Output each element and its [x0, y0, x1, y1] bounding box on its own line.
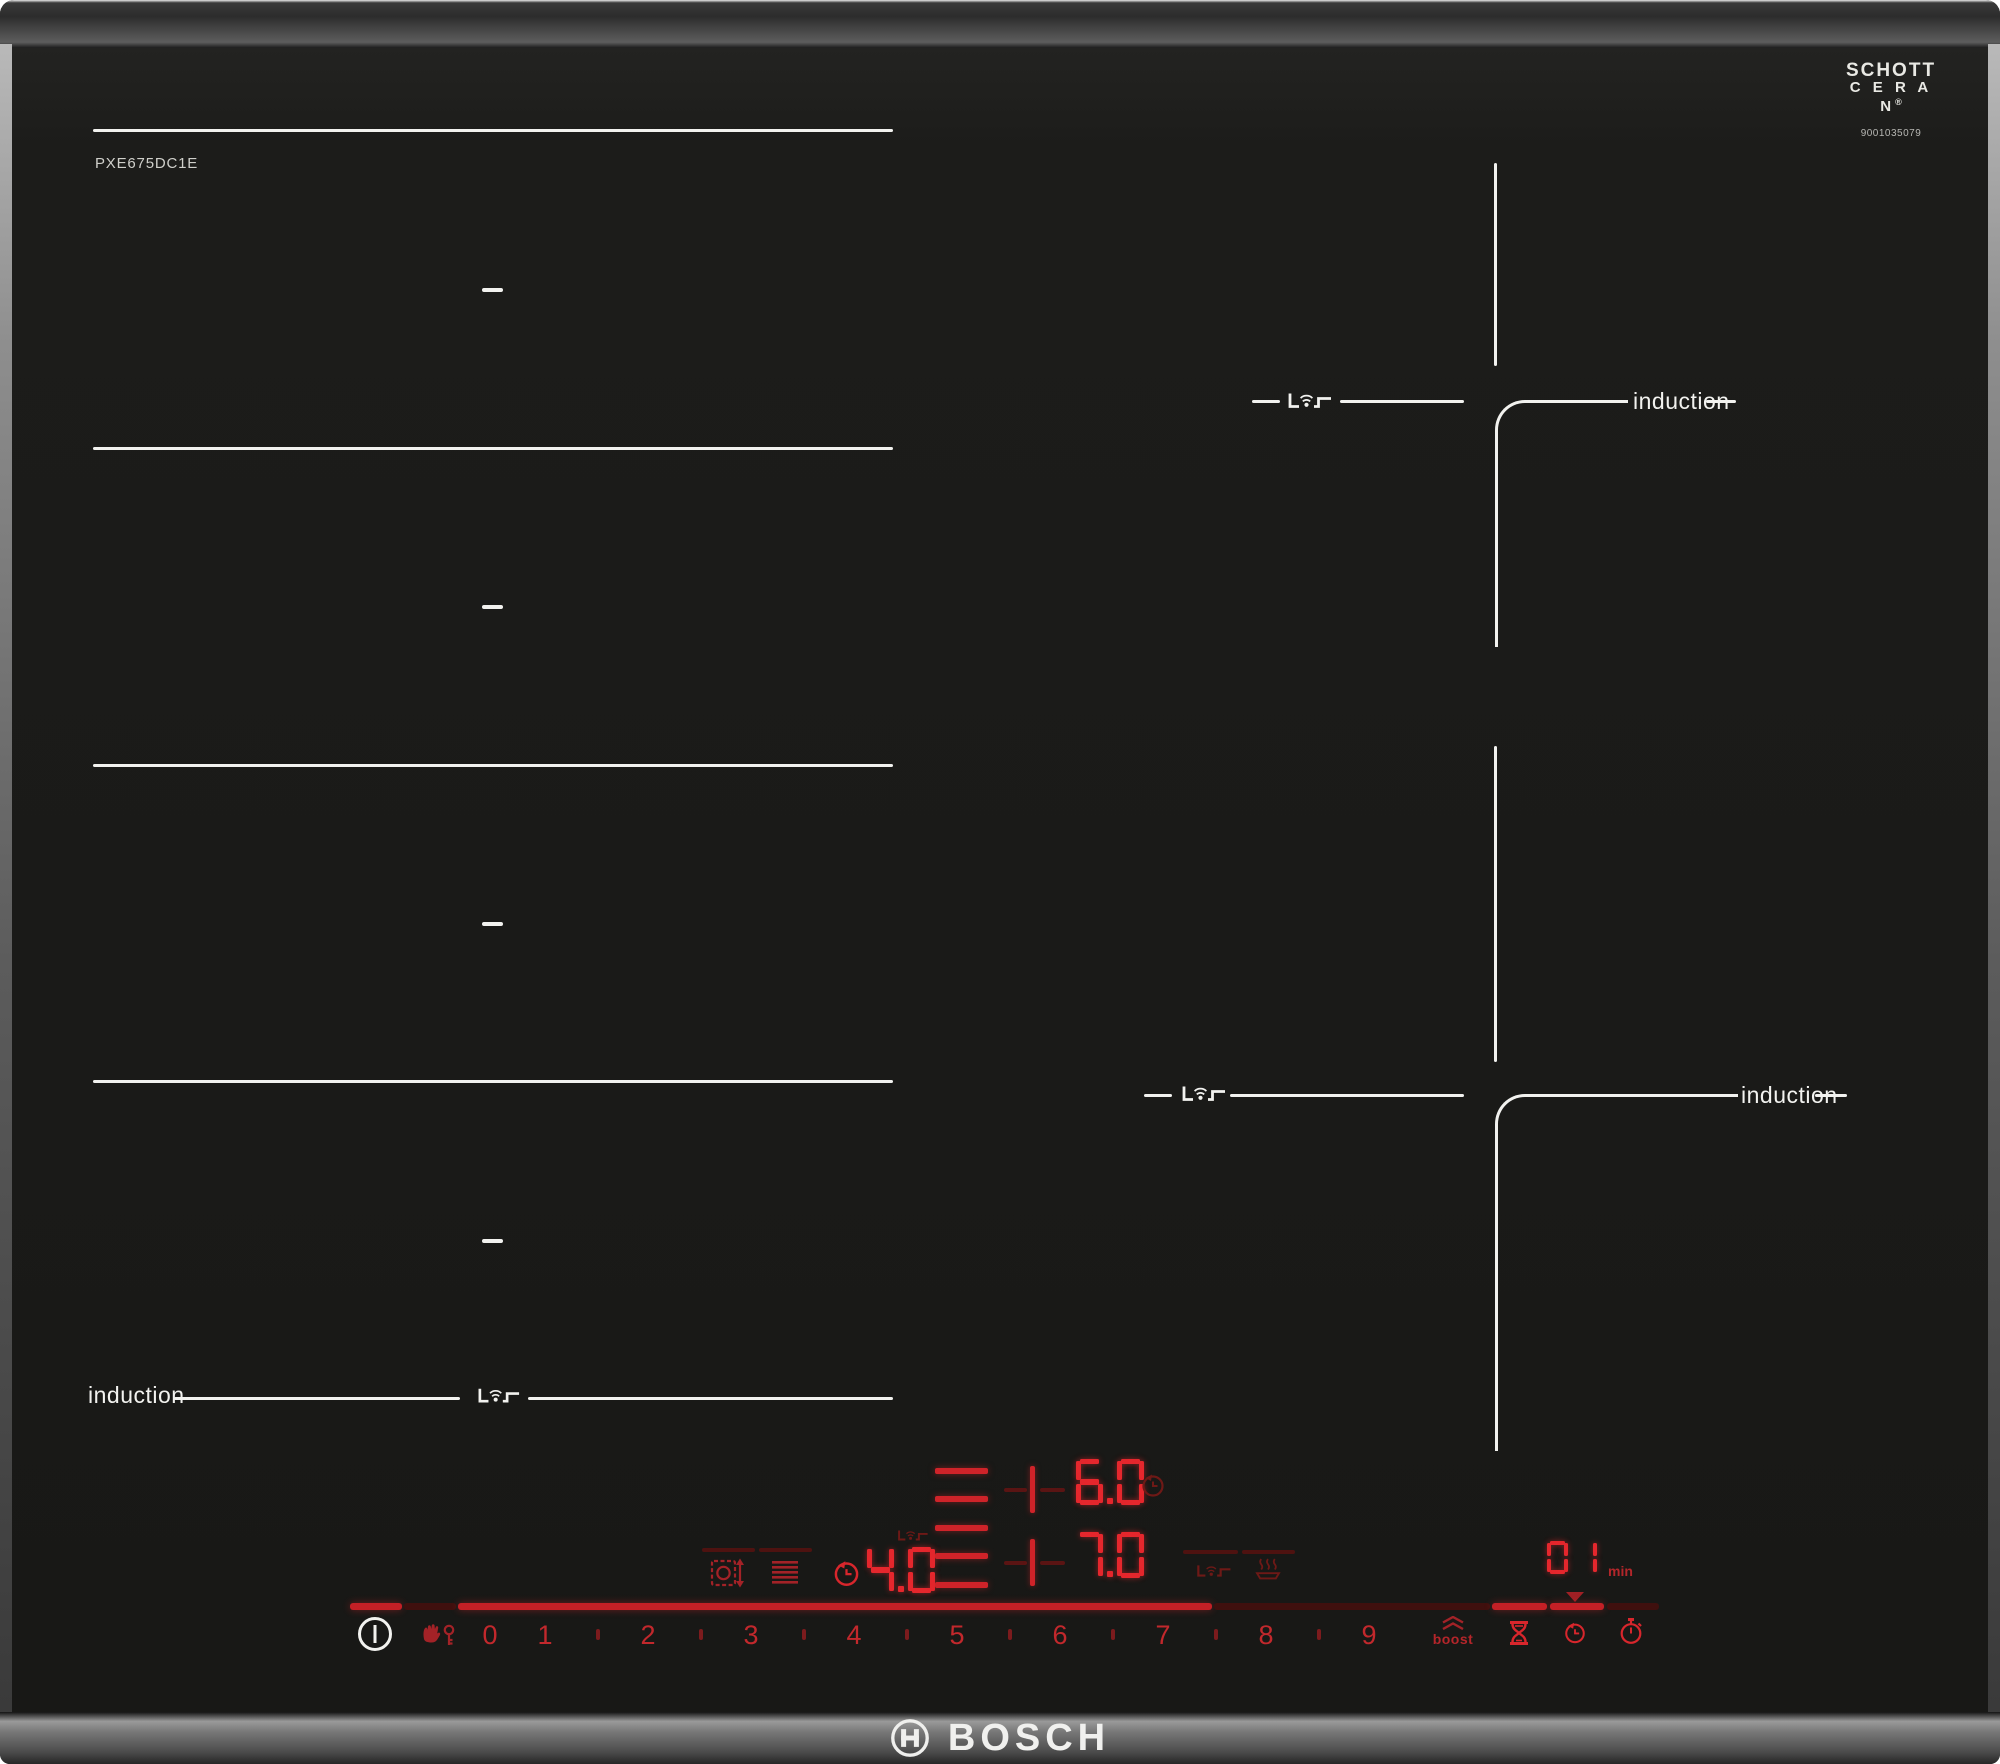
- schott-logo-line2: C E R A N®: [1849, 79, 1933, 115]
- flex-zone-line-1: [93, 129, 893, 132]
- right-top-level-display: [1073, 1459, 1147, 1505]
- zone-select-cross-bottom[interactable]: [1040, 1561, 1065, 1565]
- glass-surface: [12, 48, 1988, 1712]
- slider-tick[interactable]: [1317, 1629, 1321, 1640]
- zone-select-cross-bottom[interactable]: [1004, 1561, 1027, 1565]
- zone-timer-clock-icon-dim[interactable]: [1140, 1472, 1166, 1498]
- slider-tick[interactable]: [1008, 1629, 1012, 1640]
- right-top-zone-vline: [1494, 163, 1497, 366]
- flex-zone-induction-label: induction: [88, 1382, 185, 1408]
- schott-logo-line1: SCHOTT: [1845, 60, 1937, 81]
- slider-number-4[interactable]: 4: [829, 1620, 879, 1651]
- timer-track-segment[interactable]: [1607, 1603, 1659, 1610]
- flex-segment-bar: [935, 1553, 988, 1559]
- slider-tick[interactable]: [905, 1629, 909, 1640]
- right-bottom-zone-corner: [1495, 1094, 1738, 1451]
- pan-transfer-icon[interactable]: [710, 1556, 747, 1591]
- flex-zone-line-4: [93, 1080, 893, 1083]
- flex-zone-center-mark-3: [482, 922, 503, 926]
- flex-display-dash-right: [759, 1548, 812, 1552]
- flex-levels-icon[interactable]: [770, 1560, 800, 1587]
- slider-track-segment[interactable]: [1214, 1603, 1490, 1610]
- bosch-logo-text: BOSCH: [947, 1716, 1111, 1759]
- slider-number-9[interactable]: 9: [1344, 1620, 1394, 1651]
- flex-zone-center-mark-4: [482, 1239, 503, 1243]
- right-edge-trim: [1988, 44, 2000, 1712]
- pan-detect-icon-small: [897, 1528, 929, 1542]
- zone-timer-clock-icon[interactable]: [832, 1558, 861, 1588]
- model-number: PXE675DC1E: [95, 155, 199, 172]
- slider-track-segment[interactable]: [404, 1603, 456, 1610]
- flex-zone-center-mark-2: [482, 605, 503, 609]
- timer-track-segment[interactable]: [1492, 1603, 1547, 1610]
- schott-ceran-logo: SCHOTT C E R A N® 9001035079: [1836, 60, 1946, 139]
- boost-chevrons-icon[interactable]: [1440, 1616, 1466, 1630]
- left-edge-trim: [0, 44, 12, 1712]
- flex-zone-line-5b: [528, 1397, 893, 1400]
- zone-select-cross-top[interactable]: [1040, 1488, 1065, 1492]
- timer-track-segment[interactable]: [1550, 1603, 1604, 1610]
- slider-number-8[interactable]: 8: [1241, 1620, 1291, 1651]
- slider-track-active[interactable]: [458, 1603, 1212, 1610]
- slider-number-7[interactable]: 7: [1138, 1620, 1188, 1651]
- zone-select-cross-top[interactable]: [1030, 1466, 1035, 1513]
- kitchen-timer-icon[interactable]: [1563, 1620, 1587, 1645]
- flex-segment-bar: [935, 1496, 988, 1502]
- hourglass-icon[interactable]: [1508, 1620, 1530, 1646]
- pan-detect-icon: [477, 1385, 521, 1405]
- slider-track-segment[interactable]: [350, 1603, 402, 1610]
- slider-tick[interactable]: [596, 1629, 600, 1640]
- flex-segment-bar: [935, 1525, 988, 1531]
- slider-number-3[interactable]: 3: [726, 1620, 776, 1651]
- slider-tick[interactable]: [1111, 1629, 1115, 1640]
- slider-number-2[interactable]: 2: [623, 1620, 673, 1651]
- top-bezel: [0, 0, 2000, 48]
- flex-zone-line-3: [93, 764, 893, 767]
- boost-button[interactable]: boost: [1423, 1631, 1483, 1647]
- slider-tick[interactable]: [802, 1629, 806, 1640]
- flex-segment-bar: [935, 1582, 988, 1588]
- timer-unit-label: min: [1608, 1563, 1633, 1579]
- right-top-zone-corner: [1495, 400, 1628, 647]
- flex-zone-line-2: [93, 447, 893, 450]
- bosch-armature-icon: [890, 1718, 930, 1758]
- flex-display-dash-left: [702, 1548, 755, 1552]
- stopwatch-icon[interactable]: [1618, 1617, 1644, 1645]
- slider-number-6[interactable]: 6: [1035, 1620, 1085, 1651]
- flex-zone-line-5a: [174, 1397, 460, 1400]
- child-lock-icon[interactable]: [418, 1617, 458, 1651]
- registered-mark: ®: [1895, 97, 1902, 107]
- function-dash-left: [1183, 1550, 1238, 1554]
- bosch-logo: BOSCH: [0, 1714, 2000, 1762]
- pan-detect-icon: [1287, 390, 1333, 410]
- pan-detect-icon-dim[interactable]: [1196, 1562, 1232, 1579]
- right-top-zone-dash-left: [1252, 400, 1280, 403]
- flex-segment-bar: [935, 1468, 988, 1474]
- slider-tick[interactable]: [1214, 1629, 1218, 1640]
- right-top-zone-dash-right: [1706, 400, 1736, 403]
- right-top-zone-line: [1340, 400, 1464, 403]
- timer-display: [1543, 1541, 1601, 1574]
- power-icon[interactable]: [357, 1616, 393, 1652]
- zone-select-cross-top[interactable]: [1004, 1488, 1027, 1492]
- function-dash-right: [1242, 1550, 1295, 1554]
- right-bottom-zone-vline: [1494, 746, 1497, 1062]
- induction-hob: PXE675DC1E SCHOTT C E R A N® 9001035079 …: [0, 0, 2000, 1764]
- slider-number-1[interactable]: 1: [520, 1620, 570, 1651]
- zone-select-cross-bottom[interactable]: [1030, 1539, 1035, 1586]
- right-bottom-zone-line: [1230, 1094, 1464, 1097]
- schott-code: 9001035079: [1860, 128, 1922, 139]
- right-bottom-zone-dash-right: [1815, 1094, 1847, 1097]
- flex-left-level-display: [864, 1547, 938, 1593]
- slider-tick[interactable]: [699, 1629, 703, 1640]
- keep-warm-icon[interactable]: [1254, 1558, 1282, 1581]
- pan-detect-icon: [1181, 1083, 1227, 1103]
- slider-number-0[interactable]: 0: [465, 1620, 515, 1651]
- right-bottom-zone-dash-left: [1144, 1094, 1172, 1097]
- slider-number-5[interactable]: 5: [932, 1620, 982, 1651]
- flex-zone-center-mark-1: [482, 288, 503, 292]
- right-bottom-level-display: [1073, 1532, 1147, 1578]
- timer-select-arrow-icon[interactable]: [1566, 1592, 1584, 1602]
